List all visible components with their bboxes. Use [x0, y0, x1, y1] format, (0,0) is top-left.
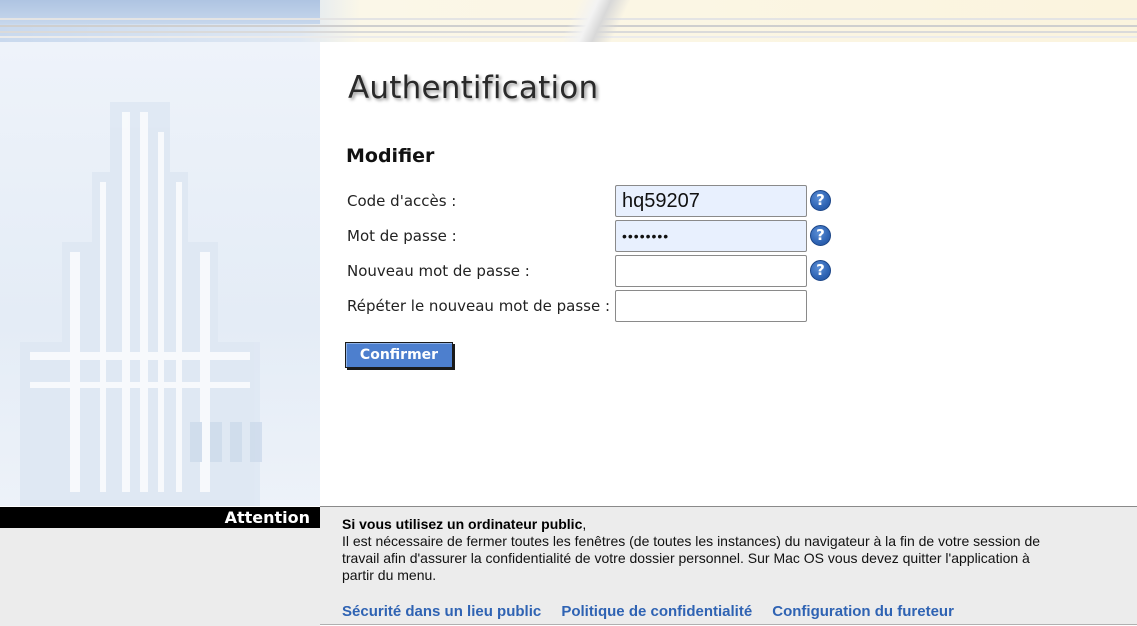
attention-label: Attention	[224, 508, 310, 527]
password-label: Mot de passe :	[347, 227, 457, 245]
link-public-security[interactable]: Sécurité dans un lieu public	[342, 603, 541, 620]
new-password-input[interactable]	[615, 255, 807, 287]
attention-label-bar: Attention	[0, 507, 320, 528]
repeat-password-label: Répéter le nouveau mot de passe :	[347, 297, 611, 315]
help-icon[interactable]: ?	[810, 225, 831, 246]
repeat-password-input[interactable]	[615, 290, 807, 322]
form-row-password: Mot de passe : ?	[347, 220, 847, 252]
notice-heading: Si vous utilisez un ordinateur public,	[342, 516, 586, 532]
page-title: Authentification	[348, 70, 599, 106]
password-input[interactable]	[615, 220, 807, 252]
building-illustration	[20, 102, 262, 506]
confirm-button[interactable]: Confirmer	[345, 342, 453, 368]
form-row-repeat-password: Répéter le nouveau mot de passe :	[347, 290, 847, 322]
help-icon[interactable]: ?	[810, 190, 831, 211]
decorative-building-panel	[0, 42, 320, 506]
footer-links: Sécurité dans un lieu public Politique d…	[342, 601, 969, 620]
notice-heading-bold: Si vous utilisez un ordinateur public	[342, 516, 583, 532]
form-row-access-code: Code d'accès : ?	[347, 185, 847, 217]
access-code-label: Code d'accès :	[347, 192, 457, 210]
top-banner	[0, 0, 1137, 42]
banner-swoosh	[540, 0, 650, 42]
attention-notice: Si vous utilisez un ordinateur public, I…	[320, 506, 1137, 625]
notice-text: Il est nécessaire de fermer toutes les f…	[342, 533, 1041, 583]
attention-left-background	[0, 528, 320, 626]
link-browser-configuration[interactable]: Configuration du fureteur	[772, 603, 954, 620]
form-row-new-password: Nouveau mot de passe : ?	[347, 255, 847, 287]
banner-band	[0, 0, 320, 24]
new-password-label: Nouveau mot de passe :	[347, 262, 530, 280]
help-icon[interactable]: ?	[810, 260, 831, 281]
access-code-input[interactable]	[615, 185, 807, 217]
section-title: Modifier	[346, 145, 435, 167]
link-privacy-policy[interactable]: Politique de confidentialité	[561, 603, 752, 620]
notice-heading-tail: ,	[582, 516, 587, 532]
